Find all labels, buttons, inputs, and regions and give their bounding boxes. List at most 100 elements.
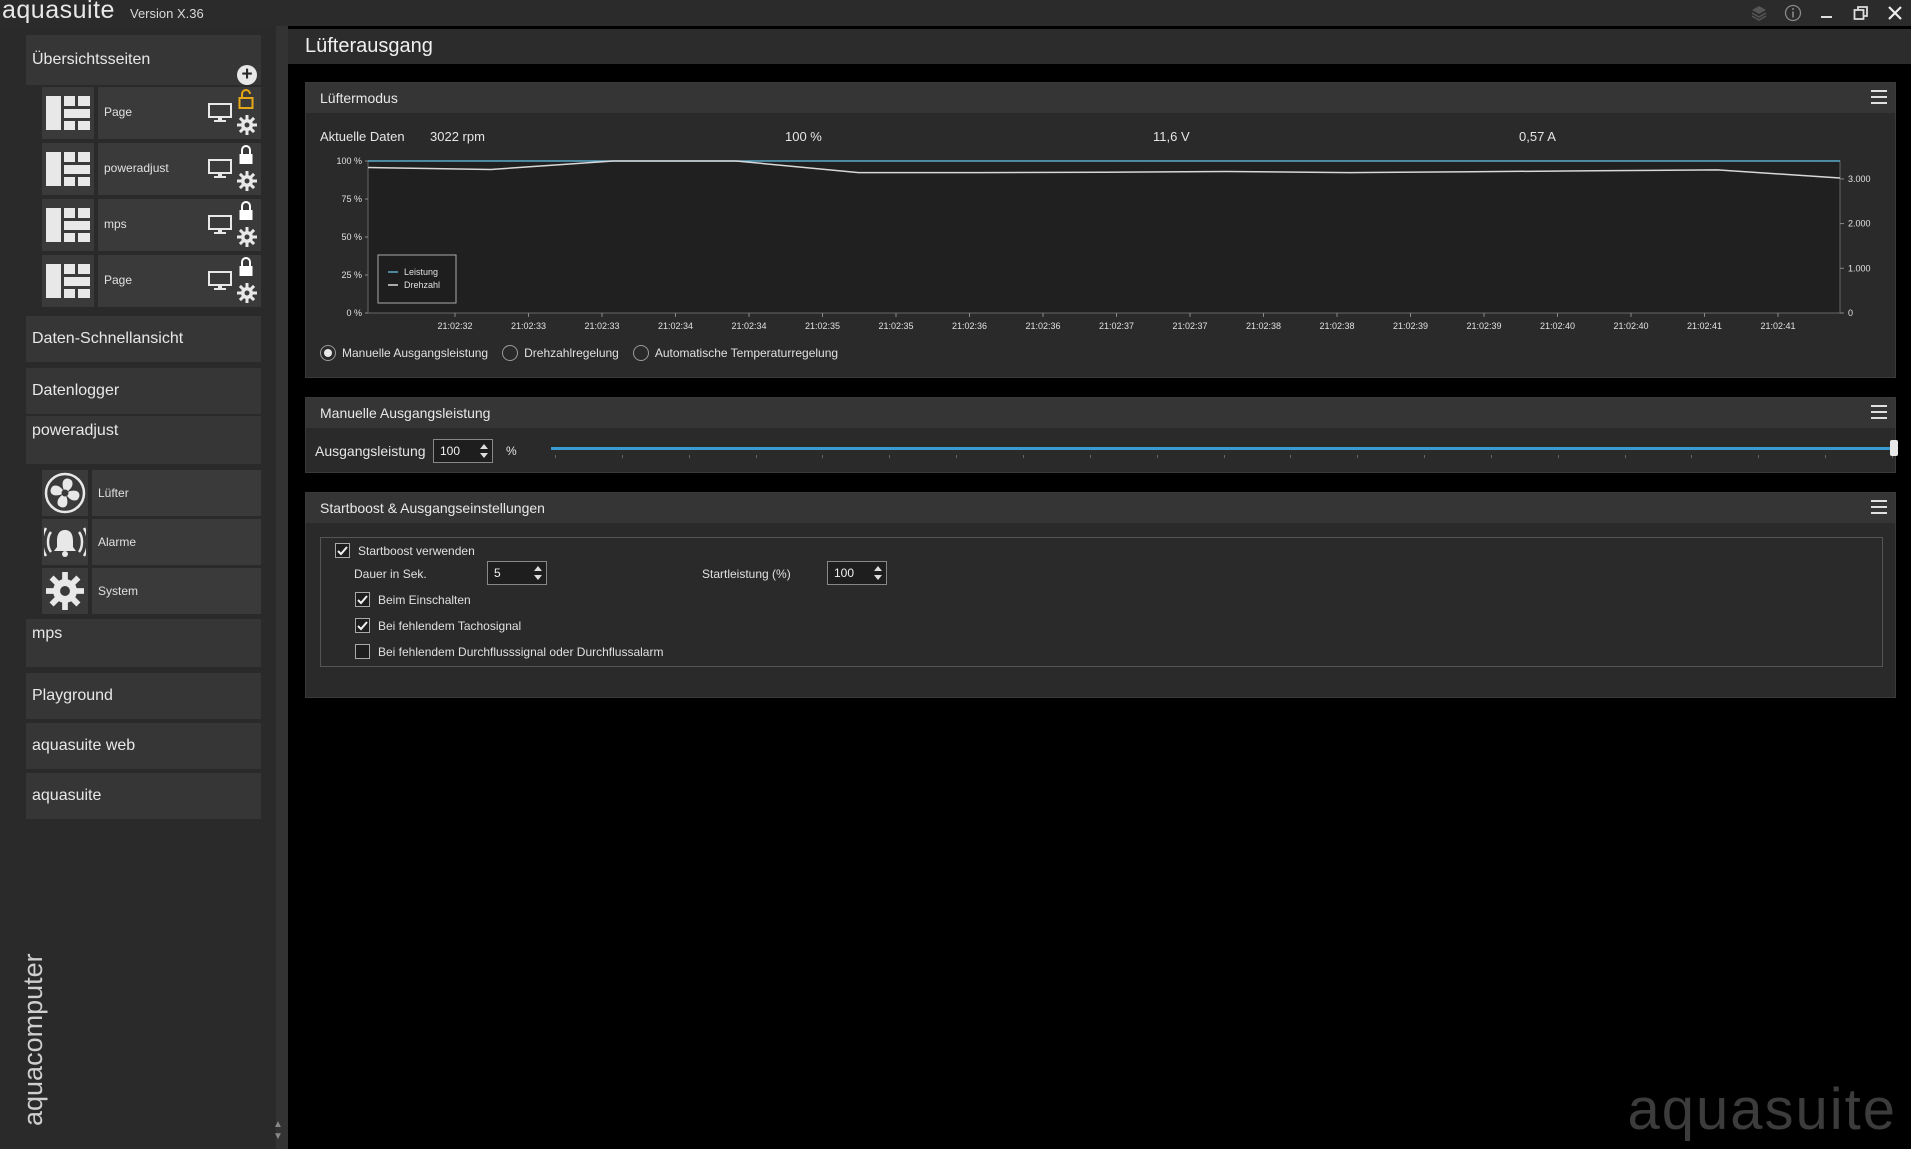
menu-icon[interactable] — [1871, 500, 1887, 518]
page-title: Lüfterausgang — [305, 35, 433, 57]
overview-page-item[interactable]: Page — [42, 255, 261, 307]
slider-tick — [889, 455, 891, 458]
sidebar-item-system[interactable]: System — [42, 568, 261, 614]
overview-label: Übersichtsseiten — [32, 51, 151, 68]
legend-label: Drehzahl — [404, 280, 440, 290]
chart-plot-area — [367, 160, 1841, 314]
monitor-icon[interactable] — [208, 103, 232, 123]
slider-tick — [822, 455, 824, 458]
title-bar: aquasuite Version X.36 — [0, 0, 1911, 26]
layers-icon[interactable] — [1749, 3, 1769, 23]
gear-icon[interactable] — [237, 115, 257, 135]
startboost-title: Startboost & Ausgangseinstellungen — [320, 500, 545, 516]
page-layout-icon — [42, 199, 94, 251]
manual-output-panel: Manuelle Ausgangsleistung Ausgangsleistu… — [305, 397, 1898, 473]
duration-spinner[interactable]: 5 — [487, 561, 547, 585]
y-right-tick-label: 3.000 — [1848, 174, 1871, 184]
sidebar-item-aquasuite-web[interactable]: aquasuite web — [26, 723, 261, 769]
missing-flow-checkbox[interactable]: Bei fehlendem Durchflusssignal oder Durc… — [355, 644, 663, 659]
mps-label: mps — [32, 625, 63, 642]
chart-legend — [377, 254, 457, 304]
alarms-label: Alarme — [98, 535, 137, 549]
lock-icon[interactable] — [238, 257, 254, 277]
mode-auto-temp-radio[interactable]: Automatische Temperaturregelung — [632, 345, 838, 361]
unlock-icon[interactable] — [238, 89, 254, 109]
page-layout-icon — [42, 143, 94, 195]
page-label: Page — [104, 105, 133, 119]
x-tick-label: 21:02:35 — [878, 321, 913, 331]
main-content: Lüfterausgang Lüftermodus Aktuelle Daten… — [288, 26, 1911, 1149]
x-tick-label: 21:02:36 — [1025, 321, 1060, 331]
y-right-tick-label: 0 — [1848, 308, 1853, 318]
sidebar-item-mps[interactable]: mps — [26, 619, 261, 667]
slider-tick — [1758, 455, 1760, 458]
fan-mode-panel: Lüftermodus Aktuelle Daten 3022 rpm 100 … — [305, 82, 1896, 378]
overview-page-item[interactable]: Page — [42, 87, 261, 139]
startboost-use-checkbox[interactable]: Startboost verwenden — [335, 543, 475, 558]
x-tick-label: 21:02:34 — [731, 321, 766, 331]
monitor-icon[interactable] — [208, 159, 232, 179]
sidebar-scrollbar[interactable] — [276, 26, 288, 1149]
gear-icon[interactable] — [237, 171, 257, 191]
y-left-tick-label: 0 % — [346, 308, 362, 318]
sidebar-scroll-arrows[interactable]: ▲ ▼ — [273, 1119, 283, 1143]
missing-tacho-checkbox[interactable]: Bei fehlendem Tachosignal — [355, 618, 521, 633]
sidebar-item-poweradjust[interactable]: poweradjust — [26, 416, 261, 464]
y-right-tick-label: 1.000 — [1848, 263, 1871, 273]
gear-icon — [42, 568, 88, 614]
slider-tick — [1557, 455, 1559, 458]
output-power-slider[interactable] — [551, 440, 1898, 463]
slider-tick — [1825, 455, 1827, 458]
quickview-label: Daten-Schnellansicht — [32, 330, 184, 347]
output-power-spinner[interactable]: 100 — [433, 439, 493, 463]
sidebar-item-aquasuite[interactable]: aquasuite — [26, 773, 261, 819]
lock-icon[interactable] — [238, 201, 254, 221]
x-tick-label: 21:02:37 — [1172, 321, 1207, 331]
monitor-icon[interactable] — [208, 215, 232, 235]
lock-icon[interactable] — [238, 145, 254, 165]
overview-page-item[interactable]: poweradjust — [42, 143, 261, 195]
mode-manual-radio[interactable]: Manuelle Ausgangsleistung — [320, 345, 488, 361]
brand-logo: aquacomputer — [18, 953, 48, 1126]
sidebar-item-playground[interactable]: Playground — [26, 673, 261, 719]
start-power-spinner[interactable]: 100 — [827, 561, 887, 585]
app-name: aquasuite — [2, 0, 115, 24]
manual-output-title: Manuelle Ausgangsleistung — [320, 405, 491, 421]
slider-tick — [688, 455, 690, 458]
legend-label: Leistung — [404, 267, 438, 277]
page-label: Page — [104, 273, 133, 287]
sidebar-item-quickview[interactable]: Daten-Schnellansicht — [26, 316, 261, 362]
restore-icon[interactable] — [1851, 3, 1871, 23]
info-icon[interactable] — [1783, 3, 1803, 23]
system-label: System — [98, 584, 139, 598]
y-left-tick-label: 75 % — [341, 194, 362, 204]
x-tick-label: 21:02:36 — [952, 321, 987, 331]
slider-tick — [1624, 455, 1626, 458]
menu-icon[interactable] — [1871, 405, 1887, 423]
slider-tick — [1357, 455, 1359, 458]
sidebar: Übersichtsseiten + Page poweradjust mps … — [0, 26, 288, 1149]
mode-rpm-radio[interactable]: Drehzahlregelung — [502, 345, 619, 361]
add-page-icon[interactable]: + — [237, 65, 257, 85]
overview-page-item[interactable]: mps — [42, 199, 261, 251]
close-icon[interactable] — [1885, 3, 1905, 23]
aquasuite-label: aquasuite — [32, 787, 102, 804]
on-power-on-checkbox[interactable]: Beim Einschalten — [355, 592, 471, 607]
slider-thumb[interactable] — [1890, 440, 1898, 456]
gear-icon[interactable] — [237, 283, 257, 303]
x-tick-label: 21:02:39 — [1466, 321, 1501, 331]
gear-icon[interactable] — [237, 227, 257, 247]
slider-tick — [1223, 455, 1225, 458]
minimize-icon[interactable] — [1817, 3, 1837, 23]
monitor-icon[interactable] — [208, 271, 232, 291]
sidebar-item-overview[interactable]: Übersichtsseiten + — [26, 35, 261, 85]
fan-label: Lüfter — [98, 486, 129, 500]
slider-tick — [1691, 455, 1693, 458]
page-layout-icon — [42, 255, 94, 307]
sidebar-item-fan[interactable]: Lüfter — [42, 470, 261, 516]
app-version: Version X.36 — [130, 6, 204, 21]
sidebar-item-datalogger[interactable]: Datenlogger — [26, 368, 261, 414]
x-tick-label: 21:02:40 — [1613, 321, 1648, 331]
datalogger-label: Datenlogger — [32, 382, 120, 399]
sidebar-item-alarms[interactable]: Alarme — [42, 519, 261, 565]
